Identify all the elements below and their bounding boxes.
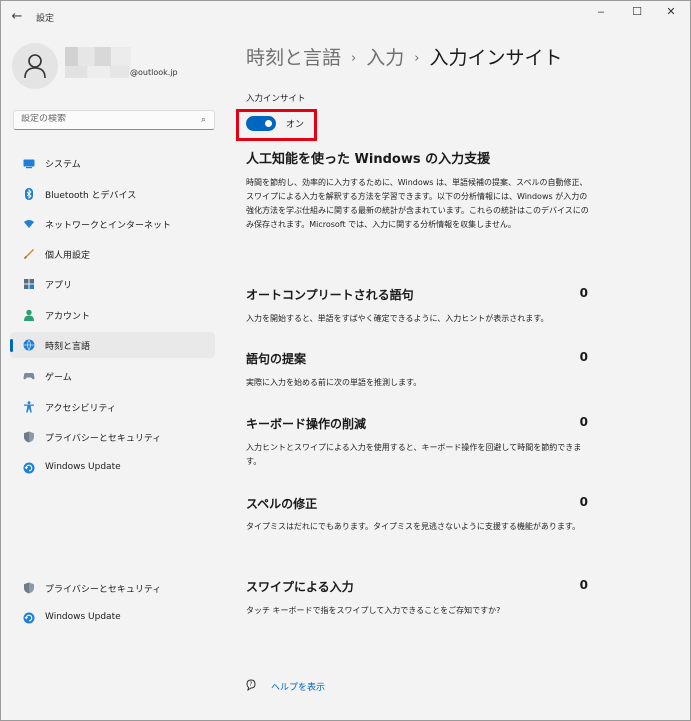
- privacy-shield-icon: [24, 582, 34, 594]
- sidebar-item-system[interactable]: システム: [10, 150, 215, 176]
- sidebar-item-label: アクセシビリティ: [45, 404, 117, 414]
- personalization-icon: [24, 249, 34, 259]
- sidebar-item-label: ゲーム: [45, 373, 72, 383]
- avatar[interactable]: [12, 43, 58, 89]
- close-button[interactable]: ✕: [655, 4, 687, 20]
- sidebar-item-network[interactable]: ネットワークとインターネット: [10, 211, 215, 237]
- windows-update-icon: [23, 462, 35, 474]
- accessibility-icon: [24, 401, 34, 413]
- stat-spelling-correction-title: スペルの修正: [246, 497, 318, 511]
- search-input[interactable]: [21, 114, 191, 124]
- minimize-button[interactable]: ‒: [585, 4, 617, 20]
- network-icon: [24, 220, 34, 228]
- sidebar-item-privacy[interactable]: プライバシーとセキュリティ: [10, 424, 215, 450]
- sidebar-item-accessibility[interactable]: アクセシビリティ: [10, 394, 215, 420]
- bluetooth-icon: [25, 188, 33, 200]
- sidebar-item-label: Bluetooth とデバイス: [45, 191, 137, 201]
- sidebar-item-label: プライバシーとセキュリティ: [45, 585, 162, 595]
- apps-icon: [24, 279, 34, 289]
- insights-description: 時間を節約し、効率的に入力するために、Windows は、単語候補の提案、スペル…: [246, 178, 589, 229]
- privacy-shield-icon: [24, 431, 34, 443]
- stat-swipe-title: スワイプによる入力: [246, 580, 354, 594]
- settings-search-box[interactable]: ⌕: [13, 110, 215, 130]
- sidebar-item-windows-update[interactable]: Windows Update: [10, 455, 215, 481]
- gaming-icon: [23, 373, 35, 380]
- account-icon: [24, 309, 34, 321]
- maximize-button[interactable]: ☐: [621, 4, 653, 20]
- sidebar-item-label: 個人用設定: [45, 251, 91, 261]
- breadcrumb: 時刻と言語 › 入力 › 入力インサイト: [246, 43, 562, 70]
- sidebar-item-personalization[interactable]: 個人用設定: [10, 241, 215, 267]
- sidebar-item-label: Windows Update: [45, 612, 121, 622]
- sidebar-item-label: Windows Update: [45, 462, 121, 472]
- stat-word-suggestion-value: 0: [579, 350, 588, 364]
- sidebar-item-label: プライバシーとセキュリティ: [45, 434, 162, 444]
- user-email-domain: @outlook.jp: [130, 68, 178, 77]
- stat-keystrokes-saved-description: 入力ヒントとスワイプによる入力を使用すると、キーボード操作を回避して時間を節約で…: [246, 443, 582, 466]
- sidebar-item-label: ネットワークとインターネット: [45, 221, 172, 231]
- sidebar-item-time-language[interactable]: 時刻と言語: [10, 332, 215, 358]
- selection-indicator: [10, 339, 13, 352]
- sidebar-item-accounts[interactable]: アカウント: [10, 302, 215, 328]
- stat-autocomplete-description: 入力を開始すると、単語をすばやく確定できるように、入力ヒントが表示されます。: [246, 314, 549, 323]
- stat-spelling-correction-value: 0: [579, 495, 588, 509]
- breadcrumb-time-language[interactable]: 時刻と言語: [246, 47, 341, 69]
- sidebar-item-label: アプリ: [45, 281, 73, 291]
- sidebar-item-gaming[interactable]: ゲーム: [10, 363, 215, 389]
- stat-keystrokes-saved-title: キーボード操作の削減: [246, 417, 367, 431]
- stat-swipe-value: 0: [579, 578, 588, 592]
- stat-keystrokes-saved-value: 0: [579, 415, 588, 429]
- toggle-state-label: オン: [286, 120, 305, 130]
- system-icon: [23, 159, 35, 169]
- typing-insights-label: 入力インサイト: [246, 94, 306, 104]
- sidebar-item-apps[interactable]: アプリ: [10, 271, 215, 297]
- breadcrumb-input[interactable]: 入力: [366, 47, 404, 69]
- search-icon[interactable]: ⌕: [201, 115, 206, 125]
- user-icon: [24, 54, 46, 79]
- back-arrow-icon[interactable]: ←: [7, 8, 27, 26]
- stat-swipe-description: タッチ キーボードで指をスワイプして入力できることをご存知ですか?: [246, 606, 501, 615]
- sidebar-item-label: システム: [45, 160, 81, 170]
- stat-word-suggestion-title: 語句の提案: [246, 352, 307, 366]
- stat-word-suggestion-description: 実際に入力を始める前に次の単語を推測します。: [246, 378, 422, 387]
- app-title: 設定: [36, 14, 55, 24]
- insights-heading: 人工知能を使った Windows の入力支援: [246, 152, 491, 167]
- windows-update-icon: [23, 612, 35, 624]
- stat-autocomplete-value: 0: [579, 286, 588, 300]
- user-email-redacted: [65, 66, 129, 78]
- stat-autocomplete-title: オートコンプリートされる語句: [246, 288, 414, 302]
- sidebar-item-label: アカウント: [45, 312, 91, 322]
- toggle-knob: [265, 120, 272, 127]
- typing-insights-toggle[interactable]: [246, 116, 276, 131]
- sidebar-item-privacy-bottom[interactable]: プライバシーとセキュリティ: [10, 575, 215, 601]
- page-title: 入力インサイト: [429, 47, 563, 69]
- svg-text:?: ?: [249, 681, 252, 688]
- sidebar-item-bluetooth[interactable]: Bluetooth とデバイス: [10, 181, 215, 207]
- time-language-icon: [23, 339, 35, 351]
- breadcrumb-separator: ›: [414, 51, 420, 66]
- title-bar: ← 設定 ‒ ☐ ✕: [0, 0, 691, 34]
- breadcrumb-separator: ›: [351, 51, 357, 66]
- stat-spelling-correction-description: タイプミスはだれにでもあります。タイプミスを見逃さないように支援する機能がありま…: [246, 522, 581, 531]
- sidebar-item-windows-update-bottom[interactable]: Windows Update: [10, 605, 215, 631]
- help-icon: ?: [246, 679, 256, 691]
- get-help-label[interactable]: ヘルプを表示: [271, 680, 325, 693]
- sidebar-item-label: 時刻と言語: [45, 342, 91, 352]
